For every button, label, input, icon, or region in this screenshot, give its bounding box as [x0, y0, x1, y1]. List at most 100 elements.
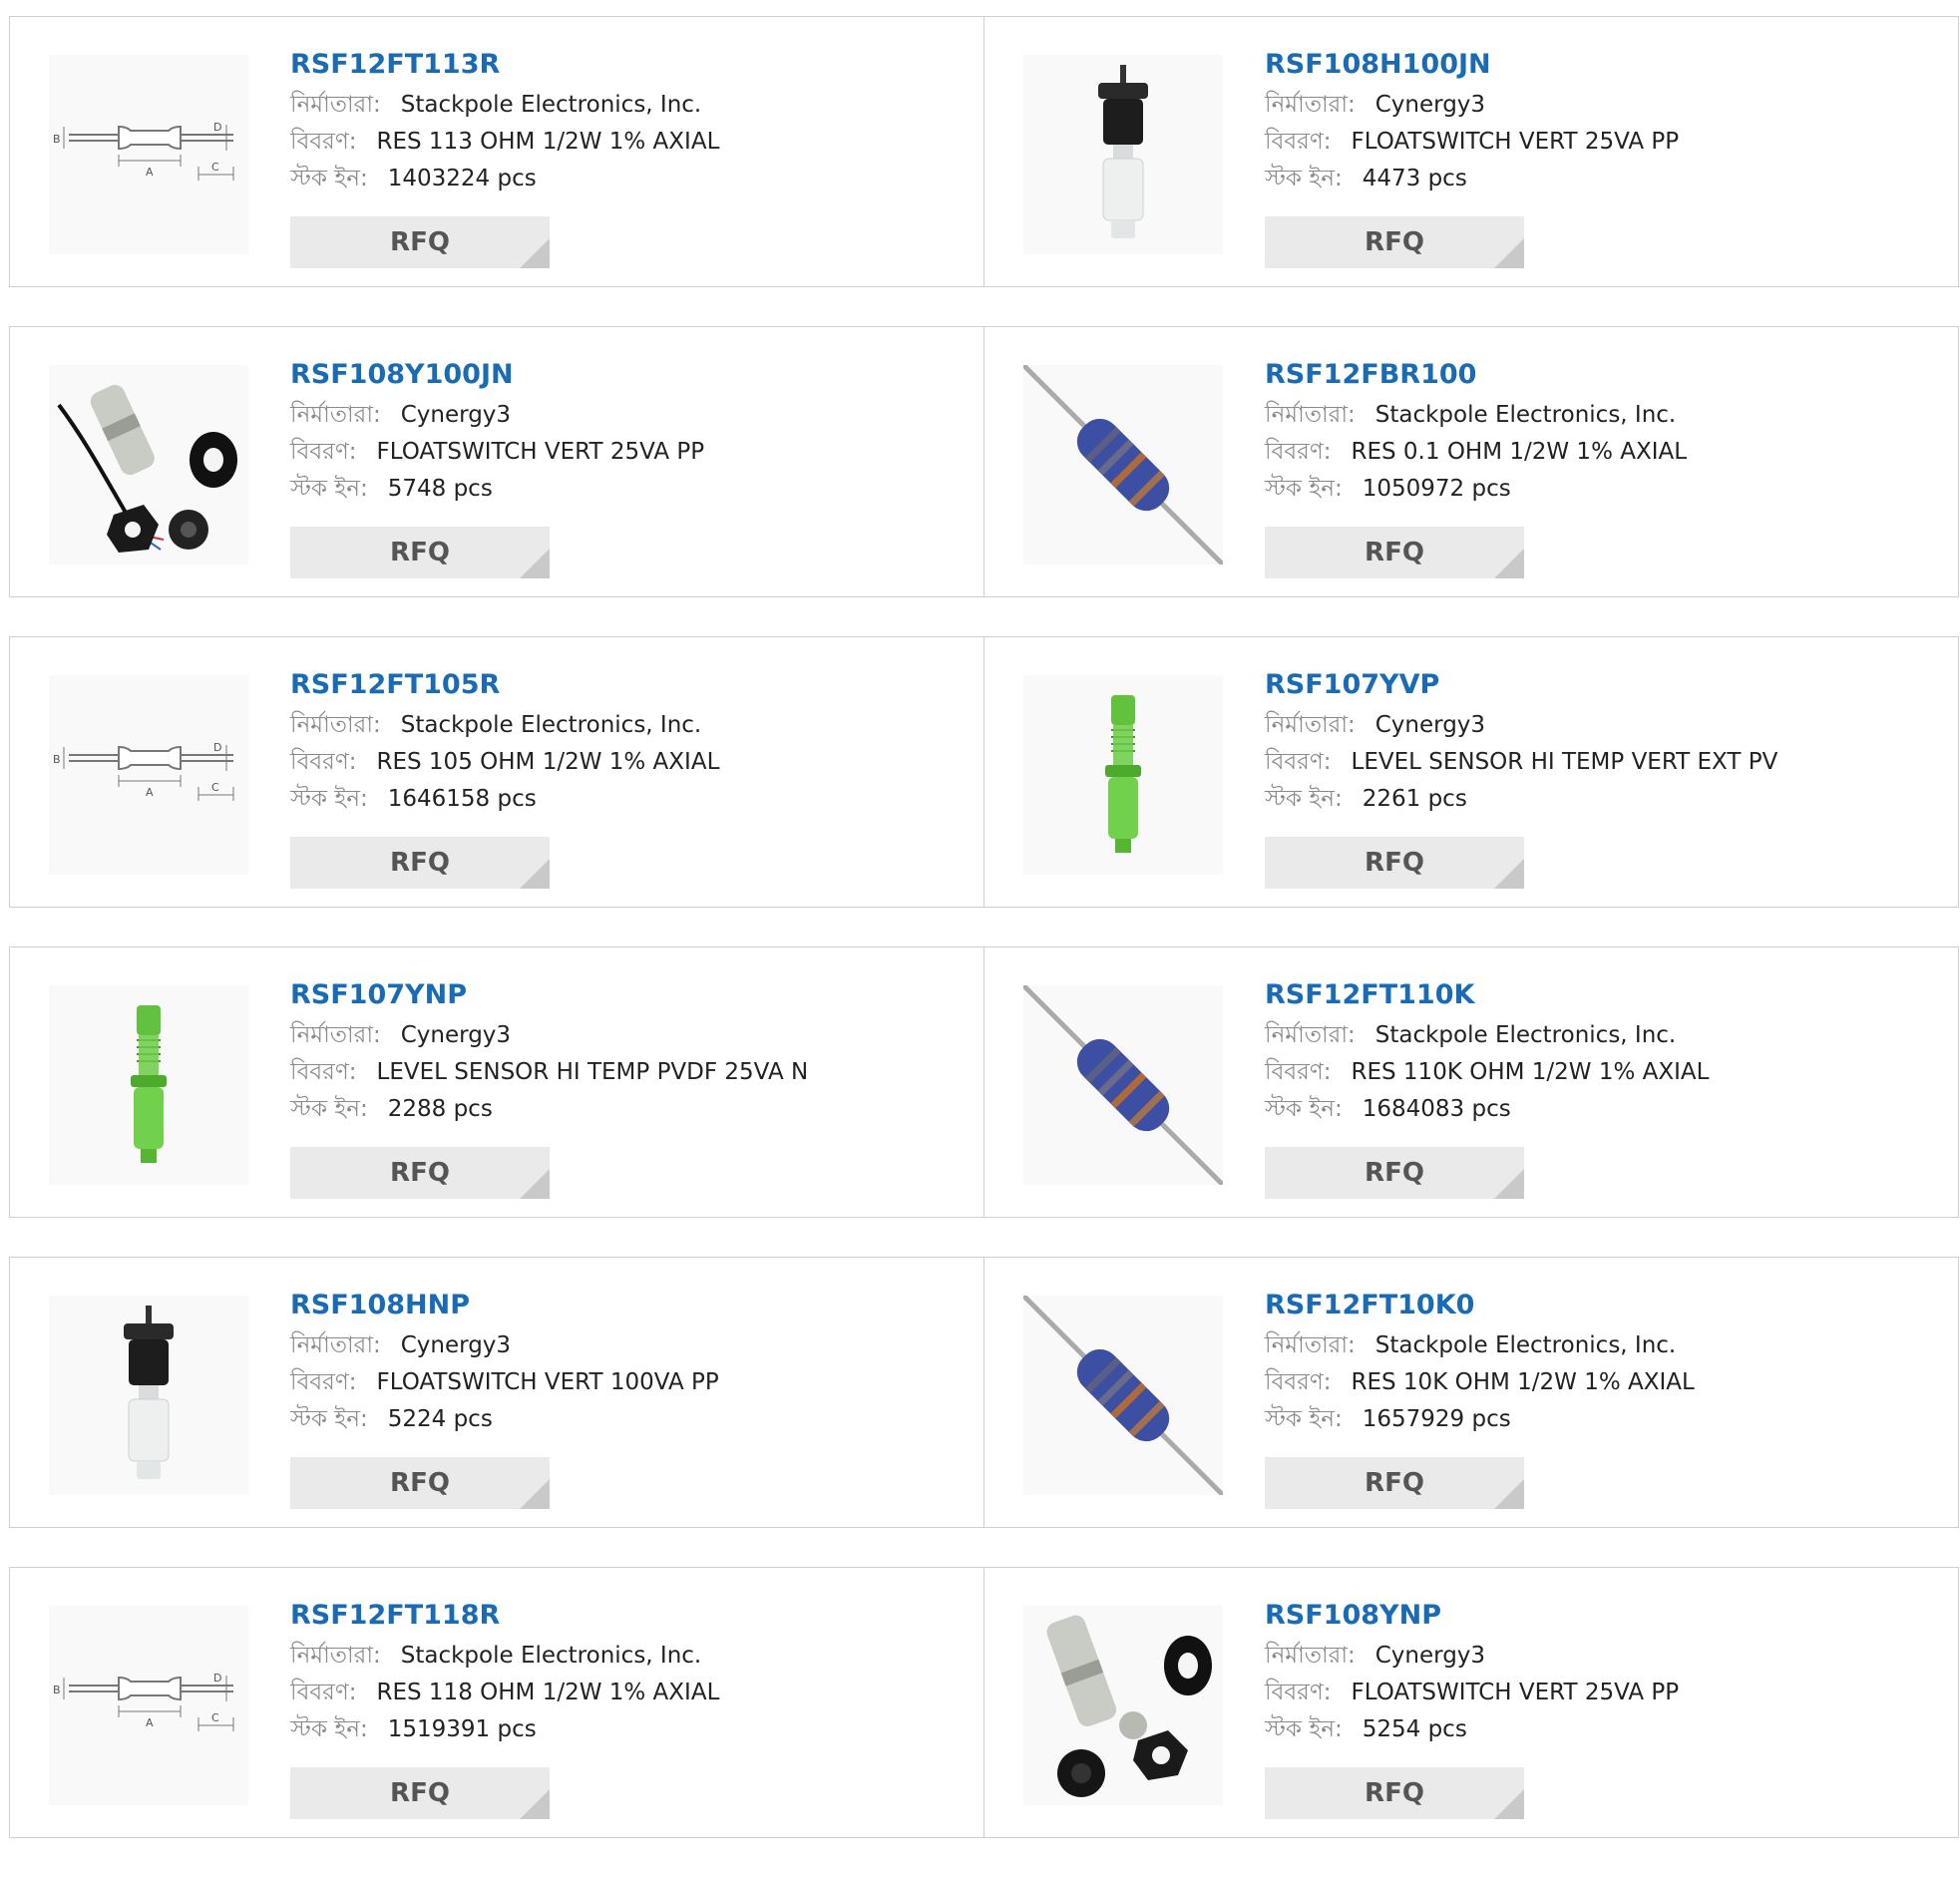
part-number-link[interactable]: RSF12FT110K — [1265, 977, 1948, 1017]
description-value: RES 10K OHM 1/2W 1% AXIAL — [1351, 1369, 1695, 1395]
manufacturer-line: নির্মাতারা: Cynergy3 — [290, 1017, 974, 1054]
product-image[interactable] — [1023, 675, 1223, 875]
product-image[interactable]: B A C D — [49, 1606, 248, 1805]
corner-triangle-icon — [1494, 1169, 1524, 1199]
product-image[interactable] — [1023, 365, 1223, 564]
rfq-button[interactable]: RFQ — [290, 837, 550, 889]
rfq-label: RFQ — [390, 1778, 450, 1808]
description-label: বিবরণ: — [290, 1059, 357, 1085]
rfq-button[interactable]: RFQ — [290, 216, 550, 268]
manufacturer-label: নির্মাতারা: — [1265, 1643, 1356, 1669]
stock-label: স্টক ইন: — [290, 786, 368, 812]
product-info: RSF108Y100JN নির্মাতারা: Cynergy3 বিবরণ: F… — [290, 357, 974, 508]
stock-line: স্টক ইন: 1403224 pcs — [290, 161, 974, 197]
svg-text:B: B — [53, 753, 61, 766]
manufacturer-label: নির্মাতারা: — [290, 1643, 381, 1669]
stock-line: স্টক ইন: 5748 pcs — [290, 471, 974, 508]
description-value: FLOATSWITCH VERT 25VA PP — [1351, 1680, 1680, 1705]
part-number-link[interactable]: RSF108Y100JN — [290, 357, 974, 397]
part-number-link[interactable]: RSF107YVP — [1265, 667, 1948, 707]
svg-text:B: B — [53, 1684, 61, 1696]
product-info: RSF107YNP নির্মাতারা: Cynergy3 বিবরণ: LEVE… — [290, 977, 974, 1128]
part-number-link[interactable]: RSF108H100JN — [1265, 47, 1948, 87]
corner-triangle-icon — [520, 238, 550, 268]
part-number-link[interactable]: RSF12FT105R — [290, 667, 974, 707]
part-number-link[interactable]: RSF12FT118R — [290, 1598, 974, 1638]
product-image[interactable] — [49, 365, 248, 564]
product-image[interactable]: B A C D — [49, 55, 248, 254]
description-label: বিবরণ: — [1265, 1369, 1332, 1395]
product-card: RSF108YNP নির্মাতারা: Cynergy3 বিবরণ: FLOA… — [983, 1567, 1959, 1838]
product-row: RSF107YNP নির্মাতারা: Cynergy3 বিবরণ: LEVE… — [9, 946, 1960, 1218]
stock-line: স্টক ইন: 5254 pcs — [1265, 1711, 1948, 1748]
product-image[interactable] — [49, 985, 248, 1185]
description-line: বিবরণ: FLOATSWITCH VERT 25VA PP — [1265, 124, 1948, 161]
description-value: RES 118 OHM 1/2W 1% AXIAL — [376, 1680, 720, 1705]
rfq-button[interactable]: RFQ — [1265, 1767, 1524, 1819]
product-card: B A C D RSF12FT113R নির্মাতারা: Stackpole… — [9, 16, 984, 287]
part-number-link[interactable]: RSF107YNP — [290, 977, 974, 1017]
corner-triangle-icon — [1494, 549, 1524, 578]
rfq-button[interactable]: RFQ — [1265, 527, 1524, 578]
description-value: RES 105 OHM 1/2W 1% AXIAL — [376, 749, 720, 775]
manufacturer-line: নির্মাতারা: Stackpole Electronics, Inc. — [290, 1638, 974, 1675]
float-switch-kit-icon — [1023, 1606, 1223, 1805]
product-row: B A C D RSF12FT113R নির্মাতারা: Stackpole… — [9, 16, 1960, 287]
part-number-link[interactable]: RSF108YNP — [1265, 1598, 1948, 1638]
product-info: RSF12FT105R নির্মাতারা: Stackpole Electro… — [290, 667, 974, 818]
manufacturer-value: Cynergy3 — [1374, 1643, 1486, 1669]
stock-value: 1684083 pcs — [1362, 1096, 1511, 1122]
product-image[interactable] — [1023, 1606, 1223, 1805]
rfq-label: RFQ — [390, 227, 450, 257]
stock-label: স্টক ইন: — [1265, 476, 1343, 502]
corner-triangle-icon — [520, 859, 550, 889]
product-info: RSF12FT113R নির্মাতারা: Stackpole Electro… — [290, 47, 974, 197]
manufacturer-line: নির্মাতারা: Stackpole Electronics, Inc. — [1265, 397, 1948, 434]
resistor-drawing-icon: B A C D — [49, 55, 248, 254]
product-image[interactable] — [1023, 55, 1223, 254]
rfq-button[interactable]: RFQ — [1265, 216, 1524, 268]
part-number-link[interactable]: RSF12FBR100 — [1265, 357, 1948, 397]
description-value: RES 110K OHM 1/2W 1% AXIAL — [1351, 1059, 1710, 1085]
rfq-button[interactable]: RFQ — [290, 1457, 550, 1509]
rfq-button[interactable]: RFQ — [290, 527, 550, 578]
product-image[interactable] — [1023, 1296, 1223, 1495]
part-number-link[interactable]: RSF12FT113R — [290, 47, 974, 87]
product-card: RSF108H100JN নির্মাতারা: Cynergy3 বিবরণ: F… — [983, 16, 1959, 287]
product-info: RSF12FT110K নির্মাতারা: Stackpole Electro… — [1265, 977, 1948, 1128]
resistor-drawing-icon: B A C D — [49, 1606, 248, 1805]
product-card: RSF107YVP নির্মাতারা: Cynergy3 বিবরণ: LEVE… — [983, 636, 1959, 908]
description-line: বিবরণ: LEVEL SENSOR HI TEMP VERT EXT PV — [1265, 744, 1948, 781]
manufacturer-value: Cynergy3 — [400, 1022, 512, 1048]
description-label: বিবরণ: — [290, 749, 357, 775]
rfq-button[interactable]: RFQ — [1265, 837, 1524, 889]
rfq-button[interactable]: RFQ — [1265, 1457, 1524, 1509]
product-image[interactable] — [1023, 985, 1223, 1185]
stock-value: 1657929 pcs — [1362, 1406, 1511, 1432]
product-row: RSF108HNP নির্মাতারা: Cynergy3 বিবরণ: FLOA… — [9, 1257, 1960, 1528]
manufacturer-line: নির্মাতারা: Cynergy3 — [1265, 87, 1948, 124]
stock-label: স্টক ইন: — [1265, 1406, 1343, 1432]
rfq-button[interactable]: RFQ — [290, 1147, 550, 1199]
corner-triangle-icon — [520, 1789, 550, 1819]
svg-text:B: B — [53, 133, 61, 146]
rfq-label: RFQ — [1365, 1158, 1424, 1188]
product-card: RSF12FT110K নির্মাতারা: Stackpole Electro… — [983, 946, 1959, 1218]
description-label: বিবরণ: — [290, 129, 357, 155]
part-number-link[interactable]: RSF108HNP — [290, 1288, 974, 1327]
stock-line: স্টক ইন: 2261 pcs — [1265, 781, 1948, 818]
product-image[interactable] — [49, 1296, 248, 1495]
part-number-link[interactable]: RSF12FT10K0 — [1265, 1288, 1948, 1327]
manufacturer-value: Stackpole Electronics, Inc. — [1374, 402, 1677, 428]
description-label: বিবরণ: — [1265, 129, 1332, 155]
manufacturer-label: নির্মাতারা: — [1265, 1022, 1356, 1048]
description-line: বিবরণ: RES 110K OHM 1/2W 1% AXIAL — [1265, 1054, 1948, 1091]
product-card: RSF107YNP নির্মাতারা: Cynergy3 বিবরণ: LEVE… — [9, 946, 984, 1218]
product-image[interactable]: B A C D — [49, 675, 248, 875]
description-value: FLOATSWITCH VERT 100VA PP — [376, 1369, 719, 1395]
rfq-button[interactable]: RFQ — [1265, 1147, 1524, 1199]
description-value: RES 0.1 OHM 1/2W 1% AXIAL — [1351, 439, 1688, 465]
rfq-button[interactable]: RFQ — [290, 1767, 550, 1819]
product-row: B A C D RSF12FT105R নির্মাতারা: Stackpole… — [9, 636, 1960, 908]
green-level-sensor-icon — [1023, 675, 1223, 875]
